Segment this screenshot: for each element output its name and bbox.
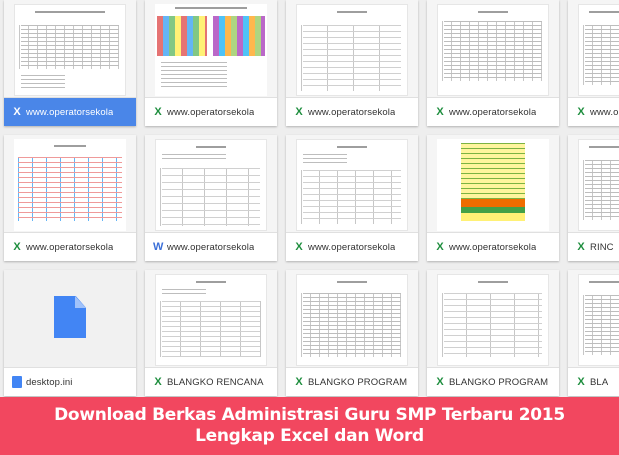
- file-tile[interactable]: X RINC: [568, 135, 619, 261]
- excel-icon: X: [13, 106, 21, 118]
- file-tile[interactable]: X BLA: [568, 270, 619, 396]
- file-name: BLANGKO PROGRAM: [449, 376, 549, 388]
- file-name: www.operatorsekola: [26, 106, 114, 118]
- file-thumbnail: [4, 0, 136, 98]
- file-thumbnail: [568, 135, 619, 233]
- file-caption: X BLANGKO RENCANA: [145, 368, 277, 396]
- excel-icon: X: [154, 106, 162, 118]
- file-thumbnail: [286, 135, 418, 233]
- file-browser: X www.operatorsekola X www.operatorsekol…: [0, 0, 619, 455]
- file-name: BLANGKO RENCANA: [167, 376, 264, 388]
- file-caption: X RINC: [568, 233, 619, 261]
- file-tile[interactable]: W www.operatorsekola: [145, 135, 277, 261]
- file-tile[interactable]: X www.operatorsekola: [145, 0, 277, 126]
- file-name: RINC: [590, 241, 614, 253]
- file-caption: X www.operatorsekola: [286, 98, 418, 126]
- file-tile[interactable]: X BLANGKO PROGRAM: [427, 270, 559, 396]
- file-caption: X www.operatorsekola: [427, 98, 559, 126]
- file-name: www.operatorsekola: [590, 106, 619, 118]
- file-tile[interactable]: desktop.ini: [4, 270, 136, 396]
- file-caption: X www.operatorsekola: [4, 233, 136, 261]
- document-icon: [54, 296, 86, 338]
- file-caption: X www.operatorsekola: [427, 233, 559, 261]
- file-name: desktop.ini: [26, 376, 73, 388]
- file-name: www.operatorsekola: [449, 106, 537, 118]
- file-caption: X BLA: [568, 368, 619, 396]
- file-name: BLANGKO PROGRAM: [308, 376, 408, 388]
- file-name: www.operatorsekola: [449, 241, 537, 253]
- file-icon: [12, 376, 22, 388]
- file-tile[interactable]: X BLANGKO RENCANA: [145, 270, 277, 396]
- excel-icon: X: [295, 241, 303, 253]
- file-thumbnail: [4, 270, 136, 368]
- excel-icon: X: [436, 376, 444, 388]
- file-tile[interactable]: X www.operatorsekola: [286, 135, 418, 261]
- file-thumbnail: [286, 0, 418, 98]
- excel-icon: X: [13, 241, 21, 253]
- file-thumbnail: [145, 270, 277, 368]
- file-name: www.operatorsekola: [308, 106, 396, 118]
- file-thumbnail: [427, 270, 559, 368]
- file-name: www.operatorsekola: [167, 241, 255, 253]
- excel-icon: X: [577, 376, 585, 388]
- excel-icon: X: [577, 241, 585, 253]
- file-caption: X BLANGKO PROGRAM: [427, 368, 559, 396]
- excel-icon: X: [295, 106, 303, 118]
- file-caption: W www.operatorsekola: [145, 233, 277, 261]
- file-thumbnail: [145, 0, 277, 98]
- file-caption: X BLANGKO PROGRAM: [286, 368, 418, 396]
- file-thumbnail: [286, 270, 418, 368]
- excel-icon: X: [436, 106, 444, 118]
- banner-title: Download Berkas Administrasi Guru SMP Te…: [54, 405, 565, 446]
- file-thumbnail: [4, 135, 136, 233]
- file-caption: X www.operatorsekola: [145, 98, 277, 126]
- excel-icon: X: [436, 241, 444, 253]
- file-caption: X www.operatorsekola: [4, 98, 136, 126]
- file-name: www.operatorsekola: [167, 106, 255, 118]
- file-tile[interactable]: X www.operatorsekola: [427, 0, 559, 126]
- file-thumbnail: [427, 0, 559, 98]
- file-name: www.operatorsekola: [308, 241, 396, 253]
- file-tile[interactable]: X www.operatorsekola: [286, 0, 418, 126]
- file-tile[interactable]: X www.operatorsekola: [4, 0, 136, 126]
- file-tile[interactable]: X www.operatorsekola: [568, 0, 619, 126]
- file-tile[interactable]: X www.operatorsekola: [4, 135, 136, 261]
- excel-icon: X: [577, 106, 585, 118]
- word-icon: W: [153, 241, 164, 253]
- file-caption: X www.operatorsekola: [286, 233, 418, 261]
- file-tile[interactable]: X BLANGKO PROGRAM: [286, 270, 418, 396]
- file-thumbnail: [568, 0, 619, 98]
- file-name: BLA: [590, 376, 609, 388]
- file-caption: desktop.ini: [4, 368, 136, 396]
- file-name: www.operatorsekola: [26, 241, 114, 253]
- file-thumbnail: [427, 135, 559, 233]
- excel-icon: X: [154, 376, 162, 388]
- title-banner: Download Berkas Administrasi Guru SMP Te…: [0, 397, 619, 455]
- excel-icon: X: [295, 376, 303, 388]
- file-thumbnail: [568, 270, 619, 368]
- file-tile[interactable]: X www.operatorsekola: [427, 135, 559, 261]
- file-thumbnail: [145, 135, 277, 233]
- file-caption: X www.operatorsekola: [568, 98, 619, 126]
